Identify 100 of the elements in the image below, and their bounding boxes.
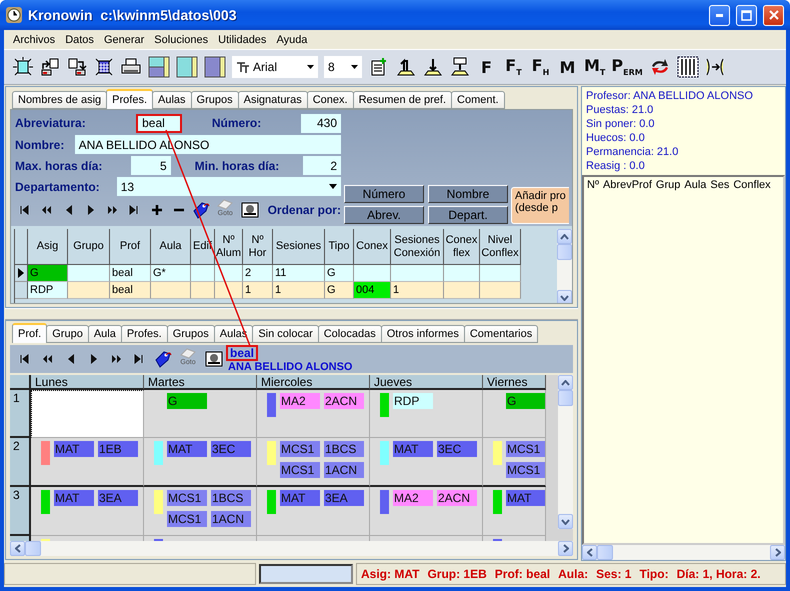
group-chip[interactable]: 2ACN xyxy=(437,490,477,506)
tag-icon[interactable] xyxy=(154,350,172,368)
export-icon[interactable] xyxy=(40,57,60,77)
toolbar-button[interactable]: F$_{T}$ xyxy=(501,53,526,81)
scroll-left-button[interactable] xyxy=(582,545,597,560)
timetable-cell[interactable]: MA2 2ACN xyxy=(370,487,483,536)
maximize-button[interactable] xyxy=(736,4,757,26)
toolbar-button[interactable]: M$_{T}$ xyxy=(582,53,608,81)
tab[interactable]: Aula xyxy=(88,325,122,343)
scrollbar-thumb[interactable] xyxy=(558,390,573,406)
subject-chip[interactable]: G xyxy=(506,393,545,409)
subject-chip[interactable]: MAT xyxy=(54,441,94,457)
tab[interactable]: Grupos xyxy=(190,91,239,109)
timetable-cell[interactable] xyxy=(31,390,144,438)
timetable-cell[interactable]: MAT 3EA xyxy=(31,487,144,536)
scrollbar-thumb[interactable] xyxy=(557,244,572,260)
fast-forward-icon[interactable] xyxy=(110,352,122,366)
tab[interactable]: Comentarios xyxy=(464,325,538,343)
tab[interactable]: Sin colocar xyxy=(252,325,319,343)
group-chip[interactable]: 1EB xyxy=(98,441,138,457)
font-dropdown[interactable]: Arial xyxy=(232,56,318,78)
subject-chip[interactable]: MAT xyxy=(506,490,545,506)
timetable-cell[interactable]: MAT 3EA xyxy=(257,487,370,536)
toolbar-button[interactable]: P$_{ERM}$ xyxy=(609,53,645,81)
subject-chip[interactable]: MA2 xyxy=(280,393,320,409)
department-dropdown[interactable]: 13 xyxy=(116,177,341,196)
layout-icon[interactable] xyxy=(148,56,170,78)
scroll-right-button[interactable] xyxy=(558,541,573,556)
subject-chip[interactable]: G xyxy=(167,393,207,409)
pawn-box-icon[interactable] xyxy=(450,57,470,77)
sort-button[interactable]: Número xyxy=(344,185,424,203)
scroll-up-button[interactable] xyxy=(558,375,573,390)
last-record-icon[interactable] xyxy=(134,352,146,366)
subject-chip[interactable]: MAT xyxy=(393,441,433,457)
tab[interactable]: Profes. xyxy=(120,325,168,343)
image-icon[interactable] xyxy=(204,350,222,368)
group-chip[interactable]: 1ACN xyxy=(324,462,364,478)
fast-forward-icon[interactable] xyxy=(106,203,119,217)
subject-chip[interactable]: MCS1 xyxy=(167,490,207,506)
import-icon[interactable] xyxy=(66,57,86,77)
layout-icon[interactable] xyxy=(176,56,198,78)
tab[interactable]: Asignaturas xyxy=(238,91,308,109)
subject-chip[interactable]: MCS1 xyxy=(280,441,320,457)
toolbar-button[interactable]: F$_{H}$ xyxy=(528,53,553,81)
layout-icon[interactable] xyxy=(204,56,226,78)
scrollbar-thumb[interactable] xyxy=(25,541,41,556)
split-icon[interactable] xyxy=(705,57,726,77)
tab[interactable]: Colocadas xyxy=(318,325,382,343)
timetable-cell[interactable]: MCS1 1BCS MCS1 1ACN xyxy=(257,438,370,487)
timetable-cell[interactable]: MAT 1EB xyxy=(31,438,144,487)
input-field[interactable]: 5 xyxy=(131,156,171,175)
subject-chip[interactable]: MAT xyxy=(280,490,320,506)
input-field[interactable]: 2 xyxy=(303,156,341,175)
subject-chip[interactable]: MCS1 xyxy=(167,511,207,527)
tab[interactable]: Aulas xyxy=(152,91,192,109)
group-chip[interactable]: 1BCS xyxy=(324,441,364,457)
scroll-right-button[interactable] xyxy=(770,545,785,560)
group-chip[interactable]: 3EA xyxy=(324,490,364,506)
tab[interactable]: Coment. xyxy=(451,91,505,109)
timetable-cell[interactable]: MCS1 1BCS MCS1 1ACN xyxy=(144,487,257,536)
group-chip[interactable]: 2ACN xyxy=(324,393,364,409)
input-field[interactable]: 430 xyxy=(301,114,341,132)
tab[interactable]: Conex. xyxy=(306,91,354,109)
scroll-left-button[interactable] xyxy=(10,541,25,556)
scroll-up-button[interactable] xyxy=(557,229,572,244)
tab[interactable]: Grupos xyxy=(166,325,215,343)
tab[interactable]: Nombres de asig xyxy=(12,91,108,109)
scroll-down-button[interactable] xyxy=(557,290,572,303)
group-chip[interactable]: 1BCS xyxy=(211,490,251,506)
clipboard-icon[interactable] xyxy=(368,57,388,77)
timetable-cell[interactable]: RDP xyxy=(370,390,483,438)
timetable-cell[interactable]: G xyxy=(144,390,257,438)
tag-icon[interactable] xyxy=(192,201,210,219)
sort-button[interactable]: Nombre xyxy=(428,185,508,203)
tab[interactable]: Profes. xyxy=(106,89,154,109)
vertical-scrollbar[interactable] xyxy=(558,375,573,529)
tab[interactable]: Grupo xyxy=(46,325,89,343)
tab[interactable]: Prof. xyxy=(12,323,48,343)
subject-chip[interactable]: MA2 xyxy=(393,490,433,506)
menu-item[interactable]: Datos xyxy=(60,34,99,46)
scrollbar-thumb[interactable] xyxy=(597,545,613,560)
menu-item[interactable]: Archivos xyxy=(8,34,60,46)
timetable-cell[interactable]: MAT xyxy=(483,487,546,536)
menu-item[interactable]: Soluciones xyxy=(149,34,214,46)
columns-icon[interactable] xyxy=(676,56,699,78)
new-document-icon[interactable] xyxy=(12,57,32,77)
subject-chip[interactable]: MCS1 xyxy=(506,441,545,457)
group-chip[interactable]: 3EC xyxy=(211,441,251,457)
timetable-cell[interactable]: MAT 3EC xyxy=(370,438,483,487)
timetable-cell[interactable]: MA2 2ACN xyxy=(257,390,370,438)
sort-button[interactable]: Depart. xyxy=(428,206,508,224)
menu-item[interactable]: Ayuda xyxy=(271,34,312,46)
subject-chip[interactable]: RDP xyxy=(393,393,433,409)
subject-chip[interactable]: MCS1 xyxy=(506,462,545,478)
group-chip[interactable]: 1ACN xyxy=(211,511,251,527)
minimize-button[interactable] xyxy=(709,4,730,26)
subject-chip[interactable]: MCS1 xyxy=(280,462,320,478)
first-record-icon[interactable] xyxy=(18,203,31,217)
image-icon[interactable] xyxy=(240,201,259,219)
toolbar-button[interactable]: M xyxy=(555,53,580,81)
